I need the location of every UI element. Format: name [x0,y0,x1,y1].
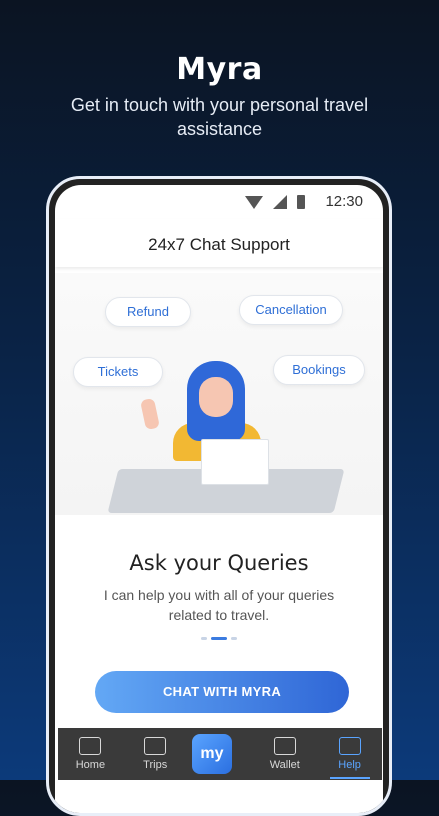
phone-frame: 12:30 24x7 Chat Support Refund Cancellat… [46,176,392,816]
suitcase-icon [144,737,167,755]
tab-wallet-label: Wallet [269,759,300,771]
queries-heading: Ask your Queries [129,551,309,575]
chip-bookings[interactable]: Bookings [273,355,365,385]
carousel-dot[interactable] [231,637,237,640]
queries-description: I can help you with all of your queries … [103,587,335,623]
chat-icon [338,737,361,755]
phone-screen: 12:30 24x7 Chat Support Refund Cancellat… [55,185,383,813]
home-icon [79,737,102,755]
signal-icon [273,195,287,209]
chip-cancellation[interactable]: Cancellation [239,295,343,325]
tab-trips[interactable]: Trips [127,737,183,771]
tab-home[interactable]: Home [62,737,118,771]
tab-my[interactable]: my [191,734,248,774]
hero-title: Myra [176,52,263,87]
chip-refund[interactable]: Refund [105,297,191,327]
chip-tickets[interactable]: Tickets [73,357,163,387]
hero: Myra Get in touch with your personal tra… [0,52,439,141]
carousel-indicator [55,637,383,640]
status-bar: 12:30 [55,185,383,219]
bottom-tab-bar: Home Trips my Wallet Help [58,728,382,780]
carousel-dot[interactable] [201,637,207,640]
carousel-dot-active[interactable] [211,637,227,640]
tab-help[interactable]: Help [322,737,378,779]
my-logo-icon: my [191,734,232,774]
wifi-icon [245,195,263,209]
wallet-icon [273,737,296,755]
assistant-face-illustration [199,377,233,417]
tab-home-label: Home [75,759,106,771]
hero-subtitle: Get in touch with your personal travel a… [70,95,369,139]
status-icons [245,195,305,209]
tab-trips-label: Trips [143,759,168,771]
waving-arm-illustration [140,397,160,431]
status-time: 12:30 [325,193,363,210]
illustration: Refund Cancellation Tickets Bookings [55,273,383,515]
chat-header: 24x7 Chat Support [55,219,383,267]
laptop-illustration [201,439,269,485]
chat-with-myra-button[interactable]: CHAT WITH MYRA [95,671,349,713]
battery-icon [297,195,305,209]
tab-help-label: Help [338,759,361,771]
tab-wallet[interactable]: Wallet [257,737,313,771]
